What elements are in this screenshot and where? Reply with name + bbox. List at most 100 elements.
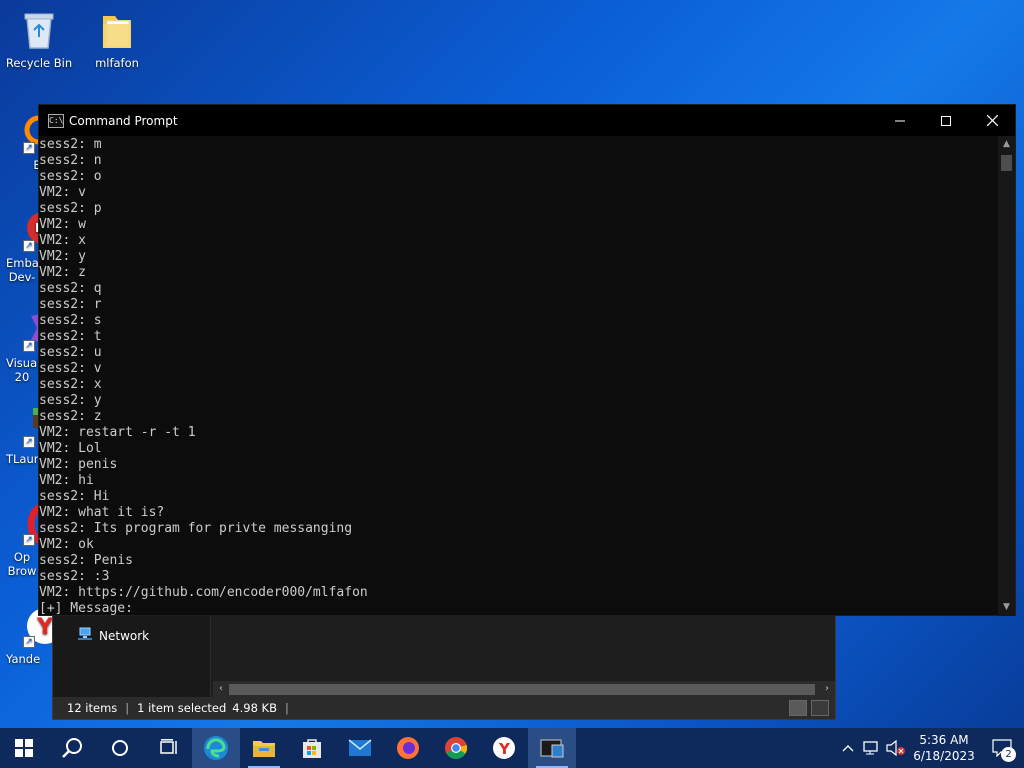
console-line: sess2: p <box>39 201 102 216</box>
command-prompt-window[interactable]: C:\ Command Prompt sess2: m sess2: n sess2… <box>38 104 1016 616</box>
console-line: VM2: penis <box>39 457 118 472</box>
item-count: 12 items <box>67 701 118 715</box>
shortcut-arrow-icon: ↗ <box>23 240 35 252</box>
notification-badge: 2 <box>1001 747 1016 762</box>
title-bar[interactable]: C:\ Command Prompt <box>39 105 1015 136</box>
console-line: VM2: what it is? <box>39 505 165 520</box>
separator: | <box>285 701 289 715</box>
desktop-icon-label: Recycle Bin <box>5 56 73 70</box>
system-tray: 5:36 AM 6/18/2023 2 <box>836 728 1024 768</box>
console-line: sess2: s <box>39 313 102 328</box>
console-line: VM2: https://github.com/encoder000/mlfaf… <box>39 585 368 600</box>
console-line: sess2: n <box>39 153 102 168</box>
taskbar-app-store[interactable] <box>288 728 336 768</box>
scroll-right-icon[interactable]: › <box>819 681 835 697</box>
console-line: sess2: o <box>39 169 102 184</box>
console-line: VM2: restart -r -t 1 <box>39 425 196 440</box>
taskbar-app-file-explorer[interactable] <box>240 728 288 768</box>
scroll-down-icon[interactable]: ▼ <box>998 599 1015 616</box>
console-line: VM2: hi <box>39 473 94 488</box>
chevron-up-icon[interactable] <box>836 728 860 768</box>
chrome-icon <box>445 737 468 759</box>
taskbar: Y 5:36 AM 6/18/2023 2 <box>0 728 1024 768</box>
search-icon <box>62 738 82 758</box>
store-icon <box>303 739 321 758</box>
status-bar: 12 items | 1 item selected 4.98 KB | <box>53 697 835 719</box>
desktop-icon-label: TLaur <box>6 452 39 466</box>
desktop-icon-mlfafon[interactable]: mlfafon <box>80 8 154 70</box>
mail-icon <box>348 739 372 756</box>
taskbar-app-mail[interactable] <box>336 728 384 768</box>
selection-size: 4.98 KB <box>232 701 277 715</box>
folder-icon <box>95 8 139 52</box>
separator: | <box>125 701 130 715</box>
shortcut-arrow-icon: ↗ <box>23 142 35 154</box>
vertical-scrollbar[interactable]: ▲ ▼ <box>998 136 1015 616</box>
cmd-taskbar-icon <box>540 739 564 758</box>
console-line: sess2: v <box>39 361 102 376</box>
desktop-icon-label: Op Brow <box>7 550 37 578</box>
network-icon <box>77 627 93 644</box>
console-line: sess2: Its program for privte messanging <box>39 521 353 536</box>
notification-center-icon[interactable]: 2 <box>980 728 1024 768</box>
start-button[interactable] <box>0 728 48 768</box>
details-view-icon[interactable] <box>789 700 807 716</box>
console-line: sess2: Penis <box>39 553 133 568</box>
clock[interactable]: 5:36 AM 6/18/2023 <box>908 732 980 764</box>
console-line: VM2: y <box>39 249 86 264</box>
recycle-bin-icon <box>17 8 61 52</box>
console-line: sess2: Hi <box>39 489 110 504</box>
desktop-icon-label: Embar Dev- <box>6 256 44 284</box>
console-line: sess2: x <box>39 377 102 392</box>
console-output[interactable]: sess2: m sess2: n sess2: o VM2: v sess2: p VM… <box>39 136 999 616</box>
console-line: sess2: t <box>39 329 102 344</box>
shortcut-arrow-icon: ↗ <box>23 436 35 448</box>
console-line: [+] Message: <box>39 601 133 616</box>
scroll-up-icon[interactable]: ▲ <box>998 136 1015 153</box>
console-line: sess2: q <box>39 281 102 296</box>
minimize-icon[interactable] <box>877 105 923 136</box>
view-buttons <box>789 700 829 716</box>
firefox-icon <box>397 737 419 759</box>
desktop-icon-label: Yande <box>6 652 41 666</box>
network-tray-icon[interactable] <box>860 728 884 768</box>
volume-muted-icon[interactable] <box>884 728 908 768</box>
windows-logo-icon <box>15 739 33 757</box>
console-line: VM2: ok <box>39 537 94 552</box>
clock-time: 5:36 AM <box>919 733 969 747</box>
desktop-icon-recycle-bin[interactable]: Recycle Bin <box>2 8 76 70</box>
scrollbar-thumb[interactable] <box>1001 155 1012 171</box>
console-line: sess2: u <box>39 345 102 360</box>
shortcut-arrow-icon: ↗ <box>23 636 35 648</box>
maximize-icon[interactable] <box>923 105 969 136</box>
search-button[interactable] <box>48 728 96 768</box>
taskbar-app-edge[interactable] <box>192 728 240 768</box>
scroll-left-icon[interactable]: ‹ <box>213 681 229 697</box>
taskbar-app-firefox[interactable] <box>384 728 432 768</box>
taskbar-app-yandex[interactable]: Y <box>480 728 528 768</box>
horizontal-scrollbar[interactable]: ‹ › <box>213 681 835 697</box>
console-line: VM2: z <box>39 265 86 280</box>
shortcut-arrow-icon: ↗ <box>23 534 35 546</box>
desktop-icon-label: mlfafon <box>95 56 139 70</box>
taskbar-app-command-prompt[interactable] <box>528 728 576 768</box>
task-view-button[interactable] <box>144 728 192 768</box>
file-explorer-icon <box>253 741 275 757</box>
cortana-button[interactable] <box>96 728 144 768</box>
close-icon[interactable] <box>969 105 1015 136</box>
large-icons-view-icon[interactable] <box>811 700 829 716</box>
clock-date: 6/18/2023 <box>913 749 975 763</box>
svg-text:Y: Y <box>36 615 53 640</box>
nav-item-network[interactable]: Network <box>77 627 149 644</box>
taskbar-app-chrome[interactable] <box>432 728 480 768</box>
edge-icon <box>204 736 228 760</box>
console-line: sess2: y <box>39 393 102 408</box>
task-view-icon <box>160 739 177 754</box>
shortcut-arrow-icon: ↗ <box>23 340 35 352</box>
scrollbar-thumb[interactable] <box>229 684 815 695</box>
window-controls <box>877 105 1015 136</box>
window-title: Command Prompt <box>69 113 178 128</box>
yandex-browser-icon: Y <box>493 737 515 759</box>
console-line: VM2: x <box>39 233 86 248</box>
selection-info: 1 item selected <box>137 701 227 715</box>
